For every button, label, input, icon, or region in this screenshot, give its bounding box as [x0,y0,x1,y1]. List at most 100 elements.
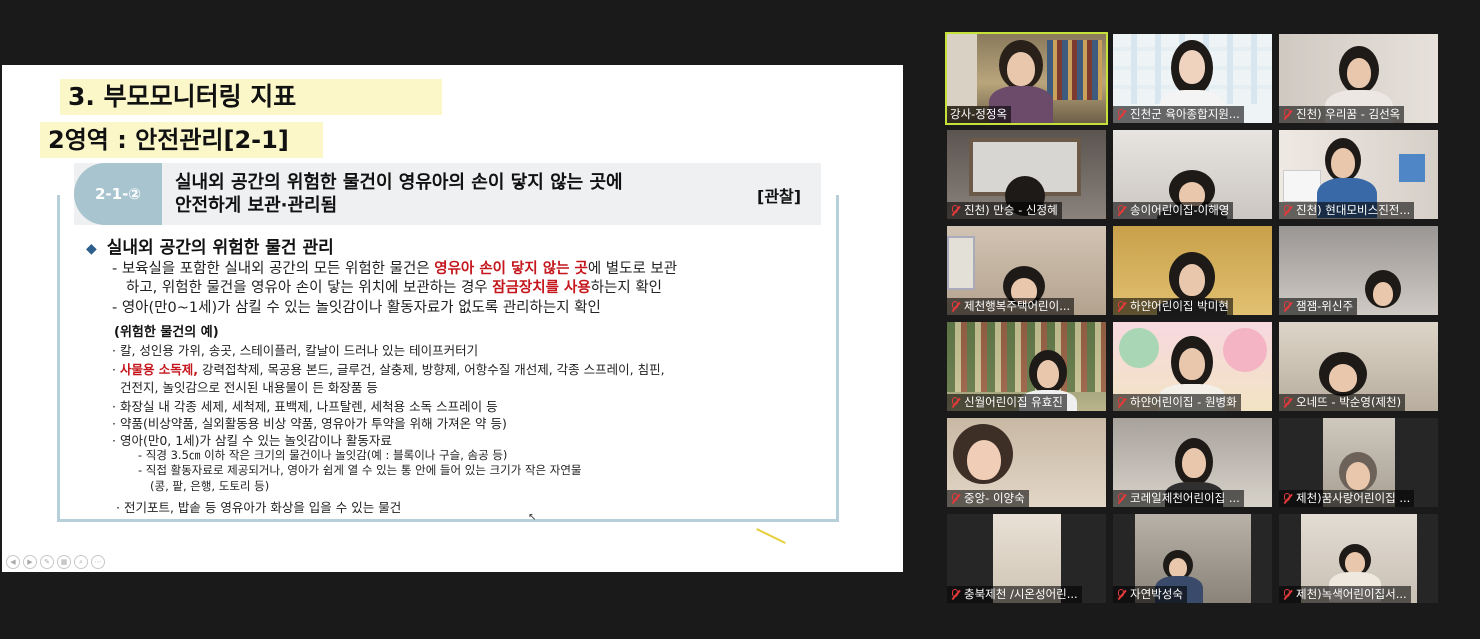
mic-muted-icon [950,493,960,504]
mic-muted-icon [1116,589,1126,600]
body-text: 하는지 확인 [590,280,662,296]
example-text: 강력접착제, 목공용 본드, 글루건, 살충제, 방향제, 어항수질 개선제, … [198,362,665,377]
participant-tile[interactable]: 강사-정정옥 [945,32,1108,125]
participant-tile[interactable]: 진천) 만승 - 신정혜 [947,130,1106,219]
participant-tile[interactable]: 진천) 현대모비스진전... [1279,130,1438,219]
participant-name: 강사-정정옥 [950,107,1008,121]
mic-muted-icon [950,589,960,600]
next-slide-icon[interactable]: ▶ [23,555,37,569]
indicator-text-line2: 안전하게 보관·관리됨 [175,195,338,216]
participant-tile[interactable]: 충북제천 /시온성어린... [947,514,1106,603]
mic-muted-icon [1116,397,1126,408]
zoom-icon[interactable]: ⌕ [74,555,88,569]
mic-muted-icon [1116,109,1126,120]
participant-name-bar: 잼잼-위신주 [1279,298,1358,315]
example-line-2: · 사물용 소독제, 강력접착제, 목공용 본드, 글루건, 살충제, 방향제,… [112,359,665,378]
indicator-code: 2-1-② [74,163,162,225]
participant-name-bar: 신월어린이집 유효진 [947,394,1067,411]
body-text: - 보육실을 포함한 실내외 공간의 모든 위험한 물건은 [112,261,435,277]
participant-tile[interactable]: 자연박성숙 [1113,514,1272,603]
participant-name: 진천군 육아종합지원... [1130,107,1240,121]
participant-name-bar: 진천) 만승 - 신정혜 [947,202,1062,219]
participant-tile[interactable]: 오네뜨 - 박순영(제천) [1279,322,1438,411]
main-heading-text: 실내외 공간의 위험한 물건 관리 [106,238,334,258]
observe-tag: [관찰] [757,187,802,206]
body-emphasis: 영유아 손이 닿지 않는 곳 [434,261,588,277]
participant-name: 제천)녹색어린이집서... [1296,587,1407,601]
participant-tile[interactable]: 진천군 육아종합지원... [1113,34,1272,123]
mic-muted-icon [1116,493,1126,504]
mic-muted-icon [950,205,960,216]
mouse-cursor-icon: ↖ [528,512,537,523]
participant-tile[interactable]: 제천)녹색어린이집서... [1279,514,1438,603]
participant-tile[interactable]: 신월어린이집 유효진 [947,322,1106,411]
participant-tile[interactable]: 중앙- 이양숙 [947,418,1106,507]
participant-name: 진천) 우리꿈 - 김선옥 [1296,107,1401,121]
mic-muted-icon [1282,397,1292,408]
mic-muted-icon [950,397,960,408]
slide-toolbar: ◀ ▶ ✎ ▦ ⌕ ⋯ [6,555,105,569]
participant-name: 진천) 현대모비스진전... [1296,203,1411,217]
mic-muted-icon [1282,301,1292,312]
participant-name: 코레일제천어린이집 ... [1130,491,1240,505]
participant-name: 하얀어린이집 박미현 [1130,299,1229,313]
example-emphasis: 사물용 소독제, [119,362,199,377]
indicator-text: 실내외 공간의 위험한 물건이 영유아의 손이 닿지 않는 곳에 안전하게 보관… [175,171,735,217]
body-text: 에 별도로 보관 [587,261,678,277]
participant-tile[interactable]: 제천)꿈사랑어린이집 ... [1279,418,1438,507]
participant-name: 제천행복주택어린이... [964,299,1071,313]
participant-name-bar: 진천) 우리꿈 - 김선옥 [1279,106,1405,123]
participant-name: 진천) 만승 - 신정혜 [964,203,1058,217]
participant-name-bar: 하얀어린이집 - 원병화 [1113,394,1241,411]
example-line-3: 건전지, 놀잇감으로 전시된 내용물이 든 화장품 등 [120,380,378,395]
diamond-bullet-icon: ◆ [86,241,97,257]
mic-muted-icon [1116,301,1126,312]
participant-name-bar: 하얀어린이집 박미현 [1113,298,1233,315]
mic-muted-icon [1282,493,1292,504]
examples-heading: (위험한 물건의 예) [114,325,219,340]
slide-title: 3. 부모모니터링 지표 [60,79,442,115]
participant-name-bar: 중앙- 이양숙 [947,490,1029,507]
participant-name: 오네뜨 - 박순영(제천) [1296,395,1402,409]
participant-tile[interactable]: 진천) 우리꿈 - 김선옥 [1279,34,1438,123]
participant-name-bar: 송이어린이집-이해영 [1113,202,1234,219]
participant-name-bar: 제천행복주택어린이... [947,298,1075,315]
body-line-2: 하고, 위험한 물건을 영유아 손이 닿는 위치에 보관하는 경우 잠금장치를 … [126,276,662,297]
participant-tile[interactable]: 잼잼-위신주 [1279,226,1438,315]
participant-name: 잼잼-위신주 [1296,299,1354,313]
main-heading: ◆ 실내외 공간의 위험한 물건 관리 [86,233,334,258]
mic-muted-icon [1282,109,1292,120]
participant-name: 자연박성숙 [1130,587,1183,601]
more-options-icon[interactable]: ⋯ [91,555,105,569]
participant-name-bar: 자연박성숙 [1113,586,1187,603]
example-line-1: · 칼, 성인용 가위, 송곳, 스테이플러, 칼날이 드러나 있는 테이프커터… [112,343,479,358]
participant-tile[interactable]: 송이어린이집-이해영 [1113,130,1272,219]
participant-name: 송이어린이집-이해영 [1130,203,1230,217]
participant-name: 제천)꿈사랑어린이집 ... [1296,491,1411,505]
pen-tool-icon[interactable]: ✎ [40,555,54,569]
body-line-3: - 영아(만0~1세)가 삼킬 수 있는 놀잇감이나 활동자료가 없도록 관리하… [112,300,601,316]
body-text: 하고, 위험한 물건을 영유아 손이 닿는 위치에 보관하는 경우 [126,280,493,296]
participant-tile[interactable]: 코레일제천어린이집 ... [1113,418,1272,507]
indicator-text-line1: 실내외 공간의 위험한 물건이 영유아의 손이 닿지 않는 곳에 [175,172,623,193]
participant-tile[interactable]: 하얀어린이집 박미현 [1113,226,1272,315]
section-title: 2영역 : 안전관리[2-1] [40,122,323,158]
participant-name-bar: 진천군 육아종합지원... [1113,106,1244,123]
participant-name: 하얀어린이집 - 원병화 [1130,395,1237,409]
participant-name-bar: 강사-정정옥 [947,106,1012,123]
mic-muted-icon [1282,589,1292,600]
sub-line-3: (콩, 팥, 은행, 도토리 등) [150,479,270,493]
annotation-pen-stroke [756,528,786,544]
prev-slide-icon[interactable]: ◀ [6,555,20,569]
participant-name-bar: 오네뜨 - 박순영(제천) [1279,394,1406,411]
participant-tile[interactable]: 제천행복주택어린이... [947,226,1106,315]
body-emphasis: 잠금장치를 사용 [492,280,591,296]
participant-name-bar: 제천)꿈사랑어린이집 ... [1279,490,1415,507]
example-text: · [112,362,120,377]
sub-line-1: - 직경 3.5㎝ 이하 작은 크기의 물건이나 놀잇감(예 : 블록이나 구슬… [138,448,508,462]
participant-name-bar: 코레일제천어린이집 ... [1113,490,1244,507]
participant-name-bar: 충북제천 /시온성어린... [947,586,1082,603]
body-line-1: - 보육실을 포함한 실내외 공간의 모든 위험한 물건은 영유아 손이 닿지 … [112,257,677,278]
slides-overview-icon[interactable]: ▦ [57,555,71,569]
participant-tile[interactable]: 하얀어린이집 - 원병화 [1113,322,1272,411]
